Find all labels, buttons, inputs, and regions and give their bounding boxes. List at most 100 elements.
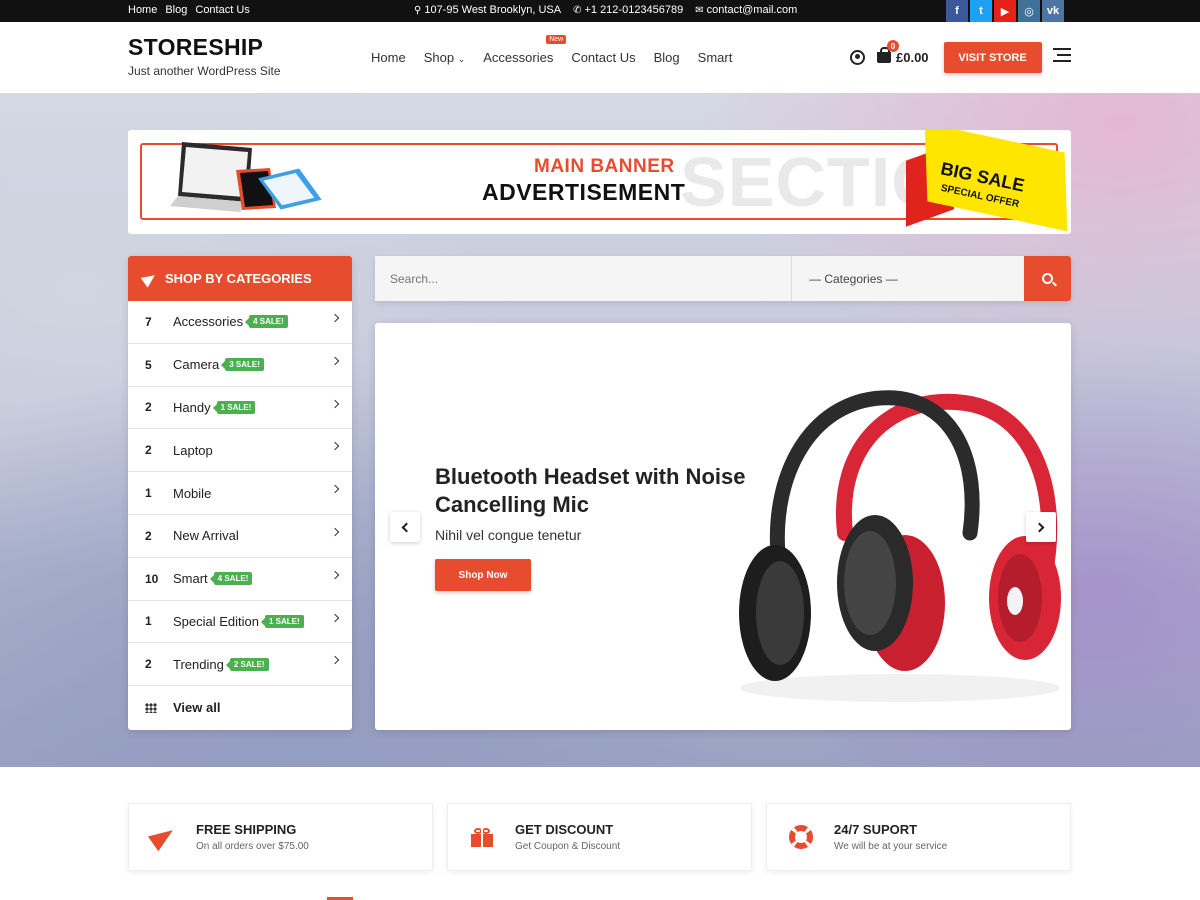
top-link-contact[interactable]: Contact Us xyxy=(195,4,249,16)
search-icon xyxy=(1042,273,1053,284)
categories-panel: SHOP BY CATEGORIES 7 Accessories 4 SALE! 5… xyxy=(128,256,352,730)
search-input[interactable] xyxy=(375,256,792,301)
social-links: f t ▶ ◎ vk xyxy=(946,0,1064,22)
grid-icon xyxy=(145,702,157,713)
address-text: 107-95 West Brooklyn, USA xyxy=(424,4,562,16)
category-count: 2 xyxy=(145,528,152,543)
feature-support: 24/7 SUPORT We will be at your service xyxy=(766,803,1071,871)
sale-badge: 1 SALE! xyxy=(261,614,304,628)
envelope-icon: ✉ xyxy=(695,5,704,16)
category-label: Accessories xyxy=(173,314,244,330)
categories-header: SHOP BY CATEGORIES xyxy=(128,256,352,301)
banner-line-2: ADVERTISEMENT xyxy=(482,179,686,205)
chevron-right-icon xyxy=(330,527,340,537)
chevron-right-icon xyxy=(330,613,340,622)
nav-blog[interactable]: Blog xyxy=(654,50,680,65)
slide-title: Bluetooth Headset with Noise Cancelling … xyxy=(435,464,746,517)
top-link-home[interactable]: Home xyxy=(128,4,157,16)
chevron-right-icon xyxy=(330,313,340,323)
category-count: 7 xyxy=(145,314,152,329)
view-all-label: View all xyxy=(173,700,221,716)
brand[interactable]: STORESHIP Just another WordPress Site xyxy=(128,34,281,78)
category-label: Laptop xyxy=(173,442,213,458)
category-count: 2 xyxy=(145,400,152,415)
nav-shop-label: Shop xyxy=(423,50,455,65)
youtube-icon[interactable]: ▶ xyxy=(994,0,1016,22)
category-item-camera[interactable]: 5 Camera 3 SALE! xyxy=(128,344,352,387)
cart-button[interactable]: 0 £0.00 xyxy=(877,40,929,65)
contact-info: ⚲ 107-95 West Brooklyn, USA ✆ +1 212-01234… xyxy=(414,4,797,16)
main-nav: Home Shop ⌄ Accessories New Contact Us Bl… xyxy=(371,35,750,65)
chevron-left-icon xyxy=(401,522,412,532)
category-select[interactable]: — Categories — xyxy=(792,256,1024,301)
feature-title: 24/7 SUPORT xyxy=(834,822,918,837)
feature-title: GET DISCOUNT xyxy=(515,822,614,837)
sale-badge: 2 SALE! xyxy=(225,657,269,671)
facebook-icon[interactable]: f xyxy=(946,0,968,22)
category-item-trending[interactable]: 2 Trending 2 SALE! xyxy=(128,643,352,687)
advertisement-banner[interactable]: SECTION MAIN BANNER ADVERTISEMENT BIG SA… xyxy=(128,130,1071,234)
site-tagline: Just another WordPress Site xyxy=(128,64,281,78)
category-item-special-edition[interactable]: 1 Special Edition 1 SALE! xyxy=(128,601,352,644)
twitter-icon[interactable]: t xyxy=(970,0,992,22)
new-badge: New xyxy=(546,35,567,44)
shop-now-button[interactable]: Shop Now xyxy=(435,559,531,591)
nav-smart[interactable]: Smart xyxy=(698,50,733,65)
view-all-link[interactable]: View all xyxy=(128,686,352,729)
nav-accessories-label: Accessories xyxy=(483,50,554,65)
feature-subtitle: On all orders over $75.00 xyxy=(196,841,309,852)
hero-slider: Bluetooth Headset with Noise Cancelling … xyxy=(375,323,1071,730)
search-button[interactable] xyxy=(1024,256,1071,301)
nav-shop[interactable]: Shop ⌄ xyxy=(424,50,466,65)
nav-accessories[interactable]: Accessories New xyxy=(483,35,567,65)
big-sale-tag: BIG SALE SPECIAL OFFER xyxy=(898,130,1073,234)
email-info: ✉ contact@mail.com xyxy=(695,4,797,16)
chevron-right-icon xyxy=(330,442,340,451)
site-title[interactable]: STORESHIP xyxy=(128,34,281,61)
cart-total: £0.00 xyxy=(896,50,929,65)
feature-title: FREE SHIPPING xyxy=(196,822,297,837)
top-bar: Home Blog Contact Us ⚲ 107-95 West Brookl… xyxy=(0,0,1200,22)
sale-badge: 1 SALE! xyxy=(212,400,256,414)
categories-title: SHOP BY CATEGORIES xyxy=(165,271,312,286)
sale-badge: 4 SALE! xyxy=(209,572,253,586)
nav-contact[interactable]: Contact Us xyxy=(571,50,635,65)
banner-line-1: MAIN BANNER xyxy=(534,156,675,177)
category-label: Mobile xyxy=(173,485,212,501)
feature-subtitle: We will be at your service xyxy=(834,841,948,852)
product-search: — Categories — xyxy=(375,256,1071,301)
slider-prev-button[interactable] xyxy=(390,512,420,542)
category-item-new-arrival[interactable]: 2 New Arrival xyxy=(128,515,352,558)
category-item-accessories[interactable]: 7 Accessories 4 SALE! xyxy=(128,301,352,344)
feature-get-discount: GET DISCOUNT Get Coupon & Discount xyxy=(447,803,752,871)
paper-plane-icon xyxy=(140,269,159,288)
lifebuoy-icon xyxy=(788,825,813,849)
chevron-right-icon xyxy=(330,570,340,580)
category-item-smart[interactable]: 10 Smart 4 SALE! xyxy=(128,558,352,601)
feature-free-shipping: FREE SHIPPING On all orders over $75.00 xyxy=(128,803,433,871)
category-count: 2 xyxy=(145,443,152,458)
top-links: Home Blog Contact Us xyxy=(128,4,250,16)
chevron-down-icon: ⌄ xyxy=(457,54,466,64)
chevron-right-icon xyxy=(330,356,340,366)
category-item-laptop[interactable]: 2 Laptop xyxy=(128,429,352,473)
menu-toggle-icon[interactable] xyxy=(1053,48,1071,66)
chevron-right-icon xyxy=(330,484,340,494)
top-link-blog[interactable]: Blog xyxy=(165,4,187,16)
category-label: Special Edition xyxy=(173,613,259,629)
category-item-handy[interactable]: 2 Handy 1 SALE! xyxy=(128,387,352,430)
category-count: 10 xyxy=(145,571,159,586)
visit-store-button[interactable]: VISIT STORE xyxy=(943,42,1042,73)
email-text: contact@mail.com xyxy=(706,4,798,16)
instagram-icon[interactable]: ◎ xyxy=(1018,0,1040,22)
header-actions: 0 £0.00 VISIT STORE xyxy=(850,40,1042,73)
nav-home[interactable]: Home xyxy=(371,50,406,65)
phone-info: ✆ +1 212-0123456789 xyxy=(573,4,683,16)
sale-badge: 3 SALE! xyxy=(221,358,264,372)
phone-icon: ✆ xyxy=(573,5,582,16)
category-item-mobile[interactable]: 1 Mobile xyxy=(128,472,352,515)
chevron-right-icon xyxy=(1034,522,1045,532)
vk-icon[interactable]: vk xyxy=(1042,0,1064,22)
slider-next-button[interactable] xyxy=(1026,512,1056,542)
user-account-icon[interactable] xyxy=(850,50,865,65)
